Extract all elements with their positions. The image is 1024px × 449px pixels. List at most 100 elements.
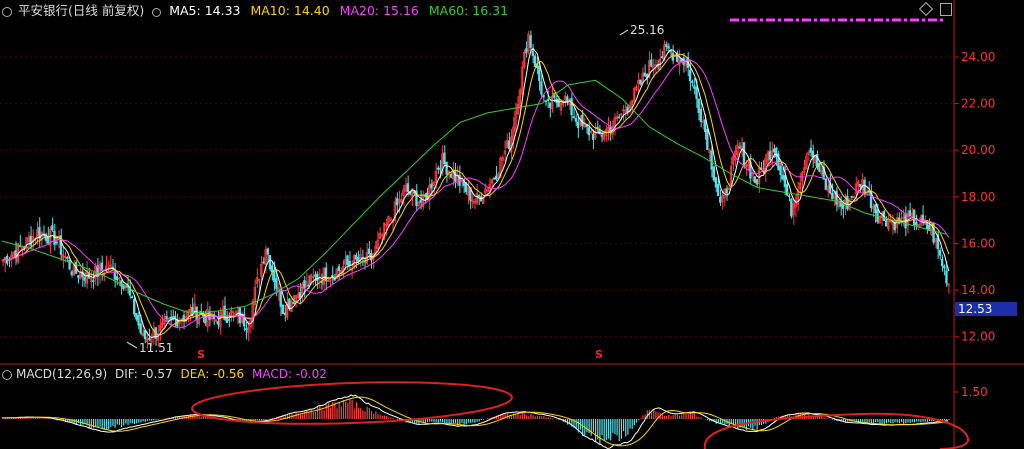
macd-name: MACD(12,26,9)	[16, 367, 108, 381]
candle-body	[217, 321, 220, 325]
chart-header: 平安银行(日线 前复权) MA5: 14.33 MA10: 14.40 MA20…	[2, 2, 514, 20]
candle-body	[529, 35, 532, 48]
candle-body	[945, 270, 948, 284]
candle-body	[710, 150, 713, 170]
dea-label: DEA: -0.56	[180, 367, 245, 381]
hand-drawn-circles	[191, 381, 970, 449]
candle-body	[719, 196, 722, 203]
candle-body	[225, 317, 229, 323]
candle-body	[695, 87, 698, 100]
candle-body	[908, 210, 912, 217]
candle-body	[824, 178, 827, 190]
candle-body	[492, 177, 496, 180]
candle-body	[314, 274, 317, 277]
candle-body	[406, 183, 410, 192]
chart-title: 平安银行(日线 前复权)	[18, 3, 145, 18]
candle-body	[92, 280, 95, 283]
candle-body	[115, 276, 119, 281]
candle-body	[660, 56, 664, 59]
candle-body	[449, 173, 453, 178]
candle-body	[430, 183, 433, 189]
chart-settings-icon[interactable]	[2, 7, 12, 17]
candle-body	[133, 299, 136, 315]
candle-body	[850, 195, 853, 198]
candle-body	[925, 222, 929, 230]
candle-body	[714, 177, 718, 188]
candle-body	[788, 195, 791, 198]
candle-body	[143, 330, 147, 340]
candle-body	[846, 195, 849, 210]
candle-body	[884, 220, 888, 227]
ma10-label: MA10: 14.40	[250, 3, 330, 18]
candle-body	[538, 65, 541, 82]
candle-body	[742, 142, 746, 166]
candle-body	[557, 99, 560, 107]
candle-body	[337, 266, 341, 272]
candle-body	[273, 270, 276, 282]
candle-body	[876, 209, 879, 222]
high-label: 25.16	[630, 23, 664, 37]
candle-body	[639, 79, 642, 85]
candle-body	[548, 102, 552, 108]
candle-body	[316, 273, 319, 281]
candle-body	[706, 129, 709, 150]
candle-body	[699, 108, 703, 122]
candle-body	[768, 151, 771, 160]
candle-body	[303, 280, 306, 289]
y-tick-label: 22.00	[961, 97, 995, 111]
low-label: 11.51	[139, 341, 173, 355]
candle-body	[585, 124, 588, 128]
candle-body	[863, 180, 866, 195]
candle-body	[574, 117, 578, 122]
candle-body	[712, 166, 715, 181]
candle-body	[275, 278, 278, 289]
candle-body	[436, 167, 440, 170]
candle-body	[831, 192, 834, 200]
maximize-icon[interactable]	[940, 3, 952, 16]
candle-body	[438, 167, 442, 170]
candle-body	[531, 50, 534, 56]
candle-body	[283, 312, 287, 316]
candle-body	[693, 85, 696, 89]
candle-body	[525, 48, 528, 54]
candle-body	[783, 175, 787, 188]
candle-body	[77, 275, 80, 278]
candle-body	[912, 209, 916, 226]
low-marker-line	[126, 341, 138, 349]
candle-body	[477, 195, 481, 197]
signal-marker: S	[595, 348, 603, 361]
candle-body	[581, 114, 584, 127]
candle-body	[779, 166, 782, 175]
candle-body	[281, 304, 285, 315]
candle-body	[443, 152, 446, 165]
candle-body	[51, 225, 54, 231]
candle-body	[785, 184, 789, 196]
y-tick-label: 12.00	[961, 330, 995, 344]
candle-body	[572, 116, 575, 119]
candle-body	[772, 148, 776, 153]
candle-body	[245, 328, 248, 330]
annotations: 25.16 11.51 S S	[126, 18, 945, 361]
candle-body	[859, 183, 862, 187]
candle-body	[738, 146, 741, 149]
candle-body	[626, 106, 629, 113]
high-marker-line	[619, 29, 629, 36]
signal-marker: S	[197, 348, 205, 361]
candle-body	[357, 256, 360, 262]
candle-body	[268, 254, 272, 270]
candle-body	[266, 248, 269, 255]
candle-body	[691, 81, 694, 84]
candle-body	[454, 170, 457, 182]
indicator-settings-icon[interactable]	[152, 8, 162, 17]
candle-body	[137, 315, 140, 326]
candle-body	[66, 257, 69, 259]
candle-body	[540, 81, 543, 95]
candle-body	[874, 204, 877, 214]
candle-body	[790, 198, 793, 217]
macd-settings-icon[interactable]	[2, 370, 12, 380]
y-tick-label: 18.00	[961, 190, 995, 204]
candle-body	[716, 184, 720, 197]
macd-header: MACD(12,26,9) DIF: -0.57 DEA: -0.56 MACD…	[2, 366, 331, 382]
candle-body	[139, 323, 142, 334]
candle-body	[354, 254, 358, 260]
